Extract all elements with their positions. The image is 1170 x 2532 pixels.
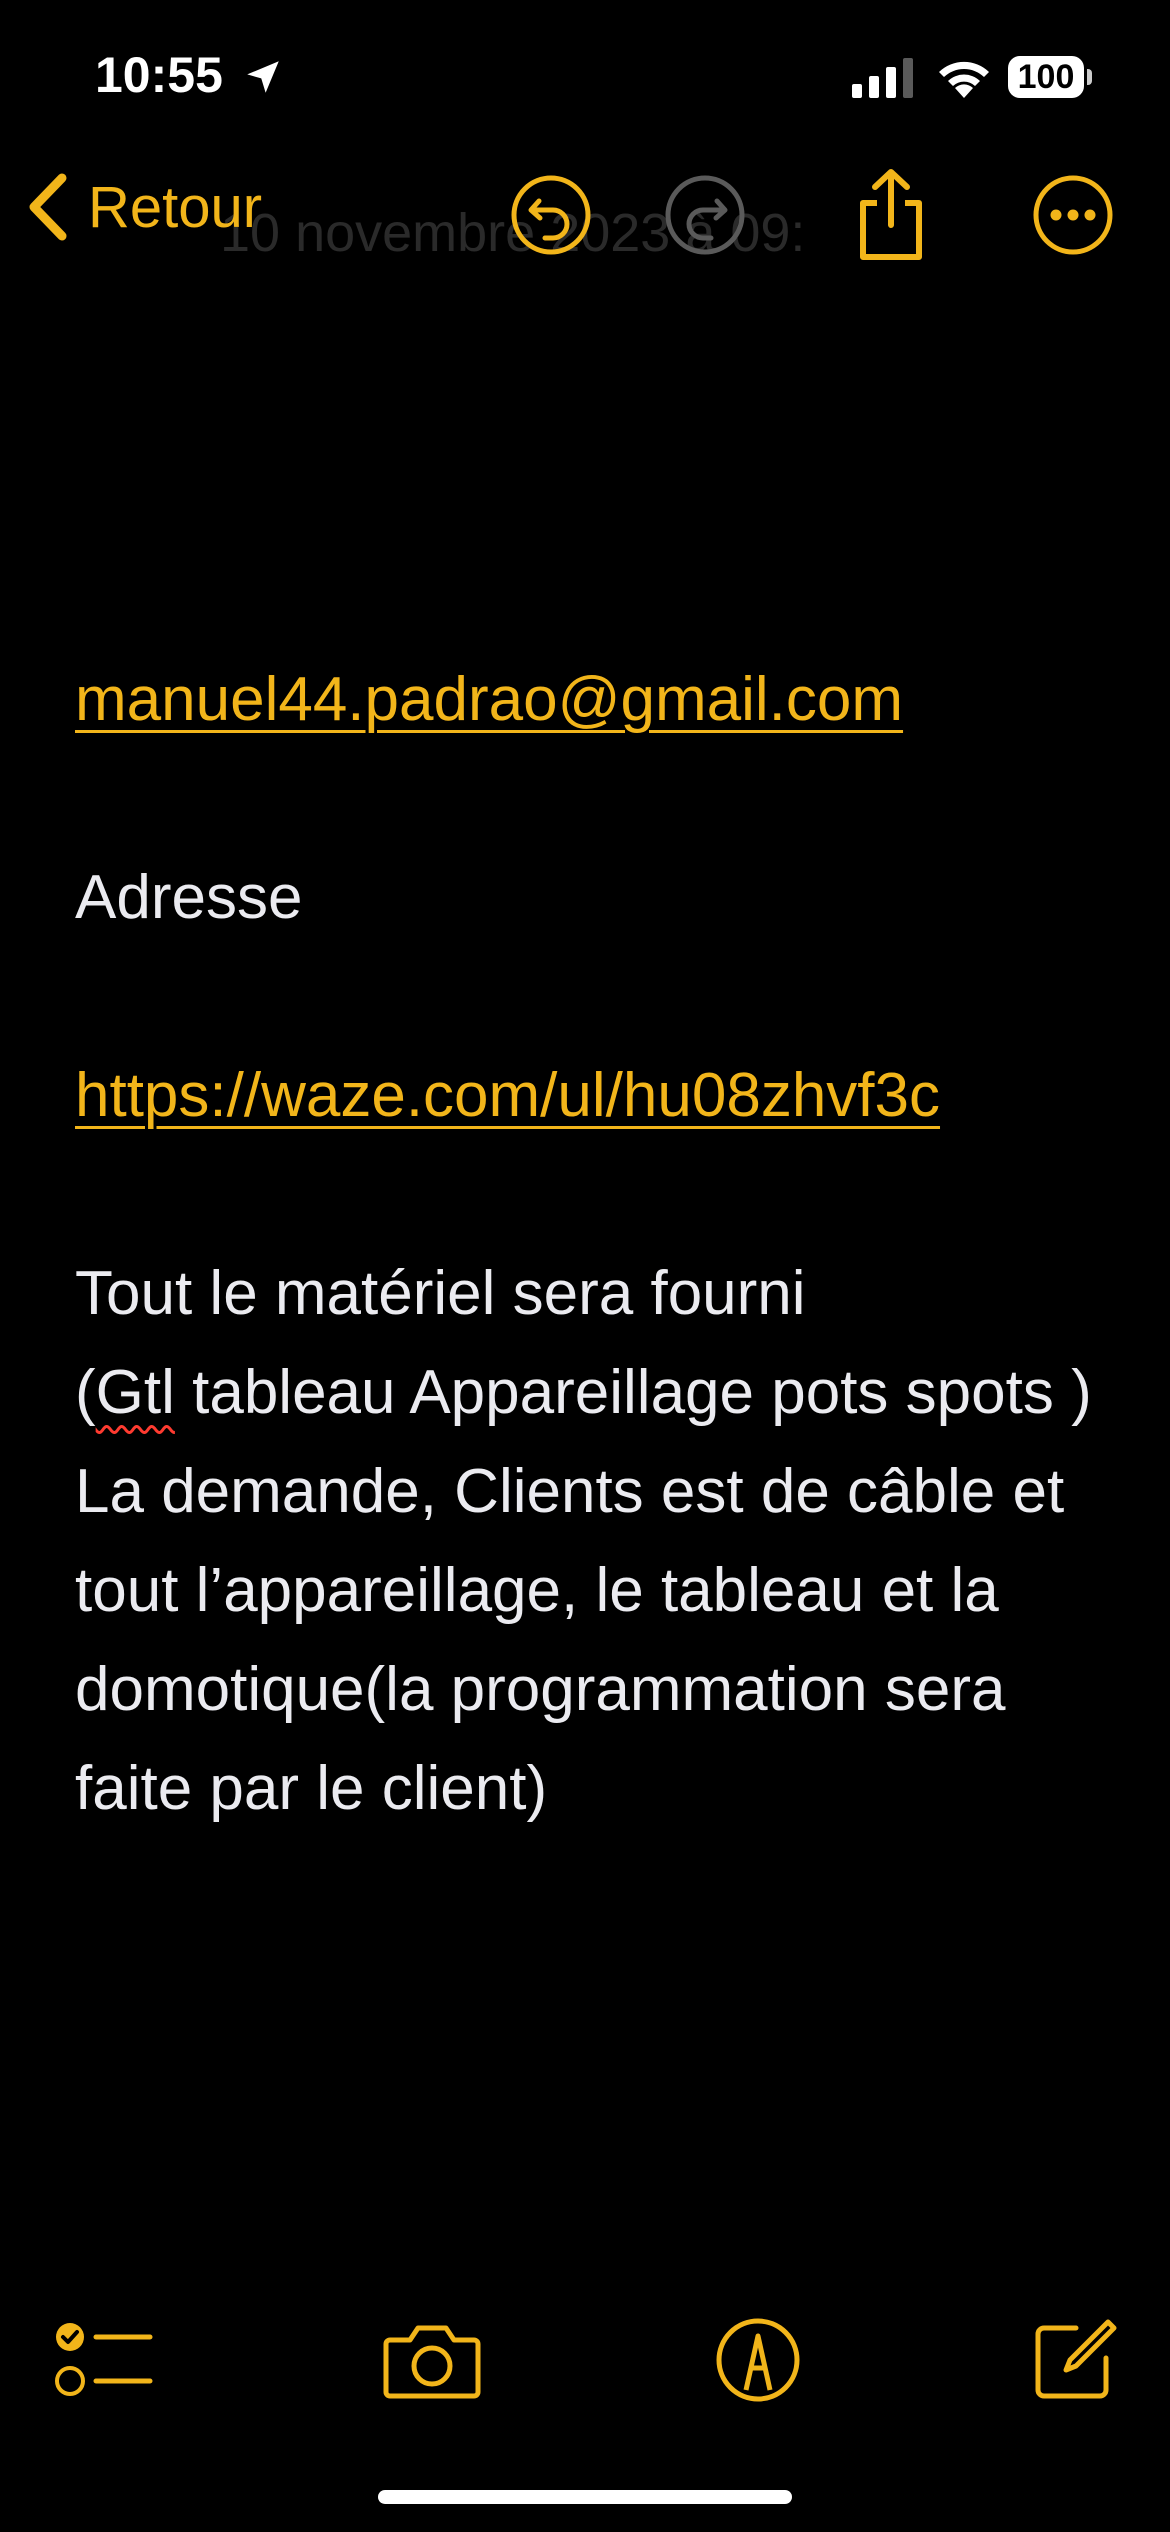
undo-icon — [511, 175, 591, 255]
paren-open: ( — [75, 1358, 96, 1427]
empty-line — [75, 947, 1105, 1046]
empty-line — [75, 1145, 1105, 1244]
redo-button[interactable] — [650, 160, 760, 270]
undo-button[interactable] — [496, 160, 606, 270]
compose-button[interactable] — [1014, 2300, 1134, 2420]
status-bar: 10:55 100 — [0, 0, 1170, 150]
cellular-signal-icon — [852, 58, 913, 98]
checklist-button[interactable] — [44, 2300, 164, 2420]
note-toolbar: 10 novembre 2023 à 09: Retour — [0, 150, 1170, 270]
address-label: Adresse — [75, 863, 303, 932]
camera-icon — [383, 2325, 481, 2399]
bottom-toolbar — [0, 2300, 1170, 2420]
more-button[interactable] — [1018, 160, 1128, 270]
more-icon — [1033, 175, 1113, 255]
back-button[interactable]: Retour — [24, 162, 262, 252]
waze-paragraph: https://waze.com/ul/hu08zhvf3c — [75, 1046, 1105, 1145]
markup-icon — [716, 2318, 800, 2402]
chevron-left-icon — [29, 173, 67, 241]
note-line-material: Tout le matériel sera fourni — [75, 1259, 806, 1328]
markup-button[interactable] — [698, 2300, 818, 2420]
battery-tip — [1087, 69, 1092, 85]
home-indicator[interactable] — [378, 2490, 792, 2504]
redo-icon — [665, 175, 745, 255]
back-button-label: Retour — [88, 174, 263, 240]
camera-button[interactable] — [372, 2300, 492, 2420]
location-arrow-icon — [247, 61, 279, 93]
email-paragraph: manuel44.padrao@gmail.com — [75, 650, 1105, 749]
empty-line — [75, 749, 1105, 848]
share-icon — [860, 169, 922, 260]
note-line-request: La demande, Clients est de câble et tout… — [75, 1457, 1065, 1823]
misspelled-word: Gtl — [95, 1358, 175, 1427]
note-line-gtl: (Gtl tableau Appareillage pots spots ) — [75, 1343, 1105, 1442]
wifi-icon — [939, 61, 989, 98]
status-time: 10:55 — [95, 47, 223, 103]
battery-level: 100 — [1008, 56, 1084, 98]
note-body[interactable]: manuel44.padrao@gmail.com Adresse https:… — [75, 650, 1105, 1838]
gtl-rest: tableau Appareillage pots spots ) — [174, 1358, 1092, 1427]
compose-icon — [1035, 2319, 1117, 2399]
waze-link[interactable]: https://waze.com/ul/hu08zhvf3c — [75, 1061, 940, 1130]
share-button[interactable] — [836, 160, 946, 270]
battery-indicator: 100 — [1008, 56, 1092, 98]
email-link[interactable]: manuel44.padrao@gmail.com — [75, 665, 903, 734]
checklist-icon — [55, 2323, 153, 2396]
